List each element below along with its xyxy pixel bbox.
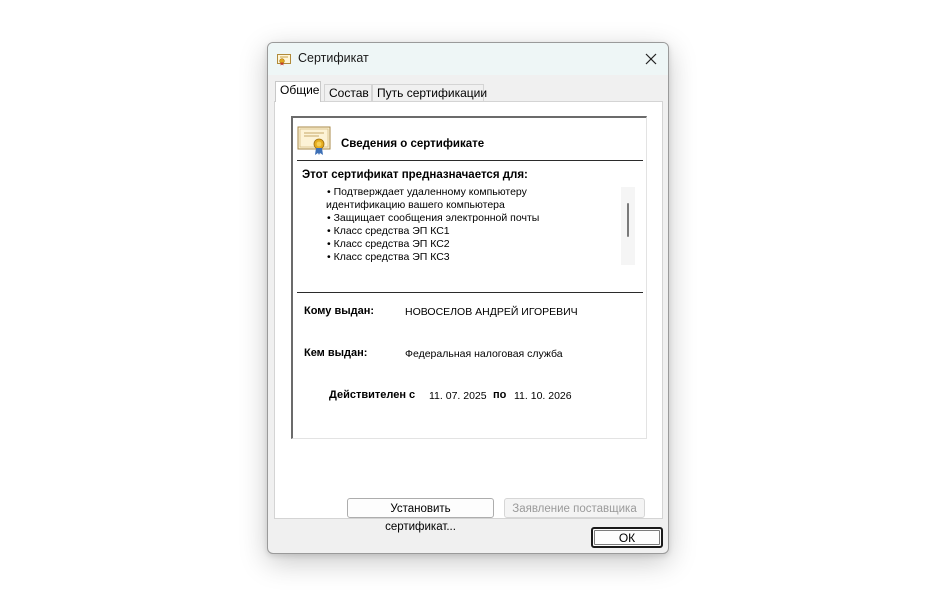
divider-top [297, 160, 643, 161]
purpose-item: • Класс средства ЭП КС2 [327, 238, 450, 250]
purpose-item: • Класс средства ЭП КС1 [327, 225, 450, 237]
tab-details[interactable]: Состав [324, 84, 372, 101]
info-heading: Сведения о сертификате [341, 138, 485, 150]
purpose-list: • Подтверждает удаленному компьютеру иде… [326, 186, 617, 264]
tab-general[interactable]: Общие [275, 81, 321, 102]
ok-button[interactable]: ОК [591, 527, 663, 548]
valid-to-label: по [493, 389, 507, 401]
purpose-scrollbar[interactable] [621, 187, 635, 265]
valid-from-label: Действителен с [329, 389, 416, 401]
scrollbar-thumb[interactable] [627, 203, 629, 237]
tab-certification-path[interactable]: Путь сертификации [372, 84, 487, 101]
issued-to-value: НОВОСЕЛОВ АНДРЕЙ ИГОРЕВИЧ [405, 306, 578, 318]
issued-by-value: Федеральная налоговая служба [405, 348, 563, 360]
close-icon [645, 53, 657, 65]
purpose-item: • Защищает сообщения электронной почты [327, 212, 540, 224]
issuer-statement-button: Заявление поставщика [504, 498, 645, 518]
general-tab-panel: Сведения о сертификате Этот сертификат п… [274, 101, 663, 533]
issued-by-label: Кем выдан: [304, 347, 368, 359]
certificate-dialog: Сертификат Общие Состав Путь сертификаци… [267, 42, 669, 554]
purpose-title: Этот сертификат предназначается для: [302, 169, 528, 181]
purpose-item: • Подтверждает удаленному компьютеру [327, 186, 527, 198]
close-button[interactable] [638, 47, 664, 71]
certificate-icon [277, 53, 291, 66]
purpose-item: • Класс средства ЭП КС3 [327, 251, 450, 263]
valid-from-value: 11. 07. 2025 [429, 390, 487, 402]
window-title: Сертификат [298, 51, 369, 65]
issued-to-label: Кому выдан: [304, 305, 375, 317]
purpose-item: идентификацию вашего компьютера [326, 199, 505, 211]
title-bar: Сертификат [268, 43, 668, 75]
certificate-large-icon [297, 126, 331, 156]
valid-to-value: 11. 10. 2026 [514, 390, 572, 402]
certificate-info-box: Сведения о сертификате Этот сертификат п… [291, 116, 647, 439]
install-certificate-button[interactable]: Установить сертификат... [347, 498, 494, 533]
divider-middle [297, 292, 643, 293]
